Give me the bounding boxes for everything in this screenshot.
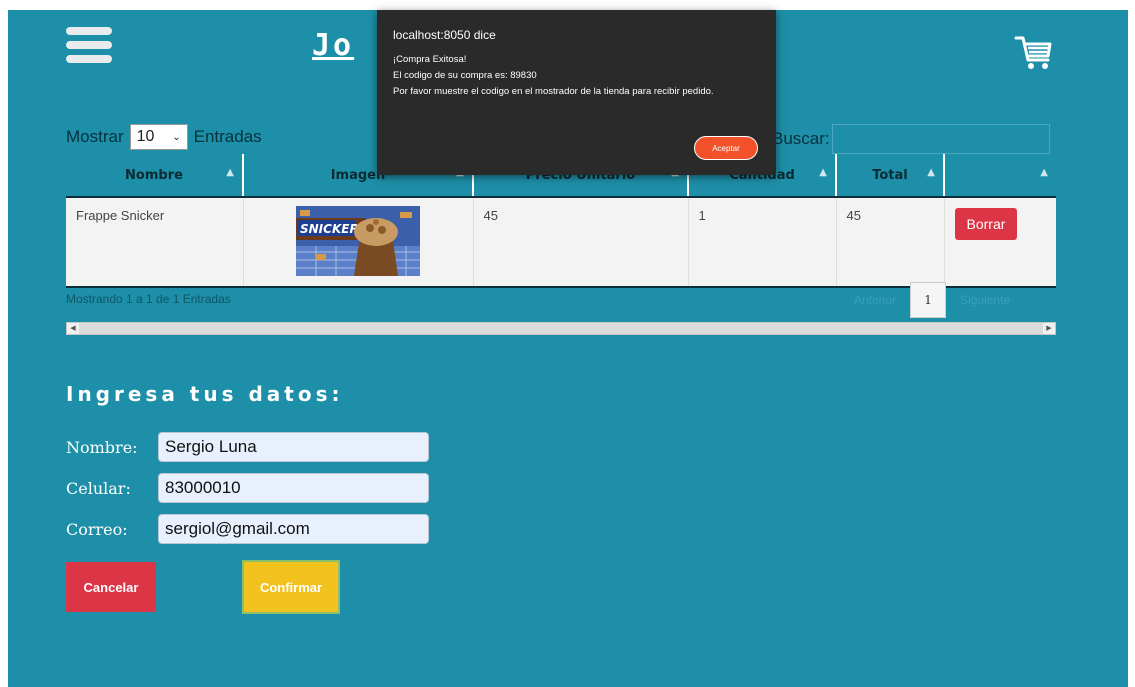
cell-precio: 45 [473,197,689,288]
entries-label: Entradas [193,127,262,146]
cell-nombre: Frappe Snicker [66,197,244,288]
celular-input[interactable]: 83000010 [158,473,429,503]
shopping-cart-icon[interactable] [1012,30,1056,74]
cell-action: Borrar [944,197,1056,288]
table-row: Frappe Snicker SNICKERS 45 1 45 Borrar [66,197,1056,288]
product-image: SNICKERS [296,206,420,276]
scroll-right-icon[interactable]: ▶ [1043,323,1055,334]
dialog-line-2: El codigo de su compra es: 89830 [393,70,537,81]
column-header-nombre[interactable]: Nombre ▲︎ [66,154,244,198]
table-info: Mostrando 1 a 1 de 1 Entradas [66,292,231,306]
column-header-total[interactable]: Total ▲ [836,154,945,198]
chevron-down-icon: ⌄ [172,131,181,143]
dialog-message: ¡Compra Exitosa! El codigo de su compra … [393,52,763,100]
pagination: Anterior 1 Siguiente [854,282,1010,318]
cell-total: 45 [836,197,945,288]
pagination-next[interactable]: Siguiente [960,293,1010,307]
sort-icon: ▲︎ [226,167,234,178]
search-control: Buscar: [772,124,1050,154]
correo-input[interactable]: sergiol@gmail.com [158,514,429,544]
search-input[interactable] [831,124,1050,154]
dialog-accept-button[interactable]: Aceptar [694,136,758,160]
celular-field-row: Celular: 83000010 [66,473,429,503]
dialog-title: localhost:8050 dice [393,28,496,42]
browser-top-edge [0,0,1135,10]
menu-icon[interactable] [66,27,112,65]
browser-right-edge [1128,0,1135,687]
search-label: Buscar: [772,129,830,148]
dialog-line-3: Por favor muestre el codigo en el mostra… [393,86,714,97]
sort-icon: ▲ [819,167,827,178]
form-heading: Ingresa tus datos: [66,382,344,406]
sort-icon: ▲ [1040,167,1048,178]
pagination-page-1[interactable]: 1 [910,282,947,318]
confirm-button[interactable]: Confirmar [242,560,340,614]
entries-select[interactable]: 10 ⌄ [129,124,188,150]
correo-label: Correo: [66,519,128,539]
celular-label: Celular: [66,478,131,498]
cell-cantidad: 1 [688,197,837,288]
correo-field-row: Correo: sergiol@gmail.com [66,514,429,544]
delete-button[interactable]: Borrar [954,208,1018,240]
dialog-line-1: ¡Compra Exitosa! [393,54,467,65]
nombre-label: Nombre: [66,437,138,457]
alert-dialog: localhost:8050 dice ¡Compra Exitosa! El … [377,10,776,175]
show-label: Mostrar [66,127,124,146]
nombre-field-row: Nombre: Sergio Luna [66,432,429,462]
column-header-action[interactable]: ▲ [944,154,1056,198]
cancel-button[interactable]: Cancelar [66,562,156,612]
store-title-left: Jo [312,28,355,63]
nombre-input[interactable]: Sergio Luna [158,432,429,462]
entries-length-control: Mostrar 10 ⌄ Entradas [66,124,262,150]
pagination-previous[interactable]: Anterior [854,293,896,307]
horizontal-scrollbar[interactable]: ◀ ▶ [66,322,1056,335]
cell-imagen: SNICKERS [243,197,474,288]
scroll-left-icon[interactable]: ◀ [67,323,79,334]
sort-icon: ▲ [927,167,935,178]
entries-select-value: 10 [136,128,155,145]
